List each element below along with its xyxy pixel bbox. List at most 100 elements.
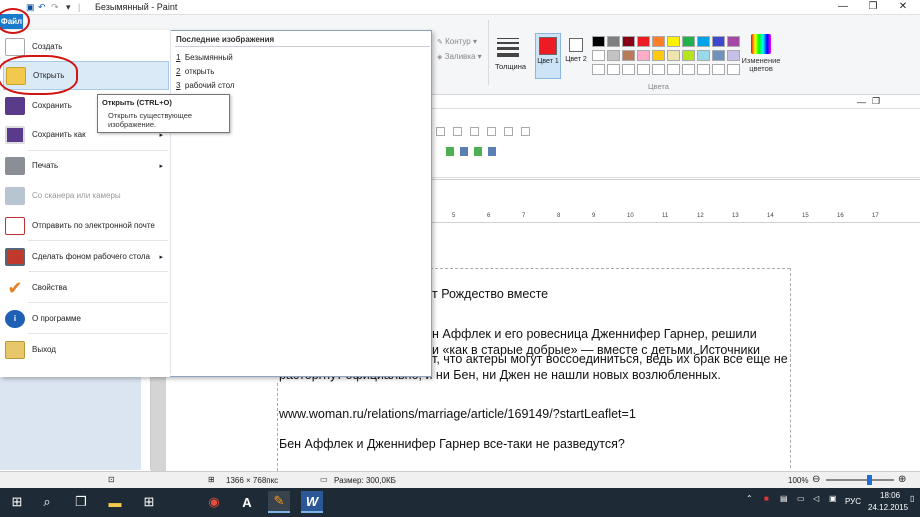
- color-wheel-icon: [751, 34, 771, 54]
- ruler-tick-label: 9: [592, 213, 596, 219]
- menu-item-desktop-bg[interactable]: Сделать фоном рабочего стола ▸: [3, 242, 169, 271]
- menu-item-about[interactable]: i О программе: [3, 304, 169, 333]
- palette-swatch[interactable]: [727, 36, 740, 47]
- palette-swatch[interactable]: [607, 36, 620, 47]
- palette-swatch-empty[interactable]: [667, 64, 680, 75]
- horizontal-ruler: 5 6 7 8 9 10 11 12 13 14 15 16 17: [432, 212, 920, 223]
- palette-swatch[interactable]: [712, 50, 725, 61]
- task-view-icon[interactable]: ❐: [70, 491, 92, 513]
- palette-swatch[interactable]: [697, 50, 710, 61]
- recent-item[interactable]: 2 открыть: [176, 67, 214, 76]
- palette-swatch-empty[interactable]: [652, 64, 665, 75]
- palette-swatch-empty[interactable]: [727, 64, 740, 75]
- zoom-in-button[interactable]: ⊕: [898, 474, 906, 485]
- file-size: Размер: 300,0КБ: [334, 476, 396, 485]
- palette-swatch-empty[interactable]: [712, 64, 725, 75]
- clock-time[interactable]: 18:06: [880, 491, 900, 500]
- doc-line-2: н Аффлек и его ровесница Дженнифер Гарне…: [432, 327, 757, 341]
- recent-item[interactable]: 1 Безымянный: [176, 53, 233, 62]
- ruler-tick-label: 10: [627, 213, 634, 219]
- ruler-tick-label: 12: [697, 213, 704, 219]
- menu-item-scanner[interactable]: Со сканера или камеры: [3, 181, 169, 210]
- battery-icon[interactable]: ▭: [797, 494, 805, 503]
- clock-date[interactable]: 24.12.2015: [868, 503, 908, 512]
- volume-icon[interactable]: ◁: [813, 494, 819, 503]
- font-app-icon[interactable]: A: [236, 491, 258, 513]
- fill-label: Заливка: [444, 52, 476, 61]
- palette-swatch-empty[interactable]: [622, 64, 635, 75]
- zoom-slider[interactable]: [826, 479, 894, 481]
- outline-dropdown[interactable]: ✎ Контур ▾: [437, 37, 477, 46]
- menu-item-properties[interactable]: ✔ Свойства: [3, 273, 169, 302]
- store-icon[interactable]: ⊞: [138, 491, 160, 513]
- ruler-tick-label: 17: [872, 213, 879, 219]
- palette-swatch[interactable]: [652, 50, 665, 61]
- palette-swatch[interactable]: [622, 36, 635, 47]
- color-palette: [592, 36, 742, 76]
- word-icon[interactable]: W: [301, 491, 323, 513]
- notifications-icon[interactable]: ▣: [829, 494, 837, 503]
- zoom-out-button[interactable]: ⊖: [812, 474, 820, 485]
- palette-swatch-empty[interactable]: [592, 64, 605, 75]
- palette-swatch[interactable]: [727, 50, 740, 61]
- recent-images-title: Последние изображения: [176, 35, 275, 44]
- menu-item-email[interactable]: Отправить по электронной почте: [3, 211, 169, 240]
- language-indicator[interactable]: РУС: [845, 497, 861, 506]
- thickness-button[interactable]: Толщина: [495, 38, 526, 78]
- palette-swatch[interactable]: [637, 36, 650, 47]
- zoom-slider-thumb[interactable]: [866, 475, 872, 485]
- redo-icon[interactable]: ↷: [51, 2, 59, 13]
- color2-button[interactable]: Цвет 2: [565, 35, 587, 79]
- margin-guide: [790, 268, 791, 468]
- palette-swatch[interactable]: [652, 36, 665, 47]
- paint-icon[interactable]: ✎: [268, 491, 290, 513]
- maximize-button[interactable]: ❐: [858, 1, 888, 12]
- annotation-oval: [0, 55, 78, 95]
- undo-icon[interactable]: ↶: [38, 2, 46, 13]
- palette-swatch[interactable]: [622, 50, 635, 61]
- ruler-tick-label: 14: [767, 213, 774, 219]
- chrome-icon[interactable]: ◉: [203, 491, 225, 513]
- file-explorer-icon[interactable]: ▬: [104, 491, 126, 513]
- color1-button[interactable]: Цвет 1: [535, 33, 561, 79]
- action-center-icon[interactable]: ▯: [910, 494, 914, 503]
- recent-num: 3: [176, 81, 181, 90]
- palette-swatch[interactable]: [607, 50, 620, 61]
- chevron-right-icon: ▸: [159, 253, 163, 261]
- menu-label-desktop-bg: Сделать фоном рабочего стола: [32, 252, 150, 261]
- palette-swatch[interactable]: [637, 50, 650, 61]
- palette-swatch-empty[interactable]: [607, 64, 620, 75]
- customize-quick-access-icon[interactable]: ▾: [66, 2, 71, 13]
- tray-chevron-icon[interactable]: ⌃: [746, 494, 753, 503]
- palette-swatch-empty[interactable]: [682, 64, 695, 75]
- menu-item-exit[interactable]: Выход: [3, 335, 169, 364]
- recent-num: 1: [176, 53, 181, 62]
- menu-label-save-as: Сохранить как: [32, 130, 86, 139]
- word-minimize-icon[interactable]: —: [857, 97, 866, 107]
- windows-start-icon[interactable]: ⊞: [6, 491, 28, 513]
- doc-link[interactable]: www.woman.ru/relations/marriage/article/…: [279, 407, 636, 421]
- palette-swatch-empty[interactable]: [697, 64, 710, 75]
- palette-swatch-empty[interactable]: [637, 64, 650, 75]
- minimize-button[interactable]: —: [828, 1, 858, 12]
- word-restore-icon[interactable]: ❐: [872, 96, 880, 107]
- fill-dropdown[interactable]: ◈ Заливка ▾: [437, 52, 482, 61]
- close-button[interactable]: ✕: [888, 1, 918, 12]
- palette-swatch[interactable]: [592, 50, 605, 61]
- palette-swatch[interactable]: [682, 36, 695, 47]
- tray-app-icon[interactable]: ■: [764, 494, 769, 503]
- save-icon[interactable]: ▣: [26, 2, 35, 13]
- palette-swatch[interactable]: [712, 36, 725, 47]
- search-icon[interactable]: ⌕: [36, 491, 58, 513]
- menu-label-email: Отправить по электронной почте: [32, 221, 155, 230]
- edit-colors-button[interactable]: Изменение цветов: [740, 34, 782, 80]
- menu-label-new: Создать: [32, 42, 63, 51]
- menu-item-print[interactable]: Печать ▸: [3, 151, 169, 180]
- palette-swatch[interactable]: [592, 36, 605, 47]
- palette-swatch[interactable]: [667, 36, 680, 47]
- network-icon[interactable]: ▤: [780, 494, 788, 503]
- palette-swatch[interactable]: [682, 50, 695, 61]
- recent-item[interactable]: 3 рабочий стол: [176, 81, 235, 90]
- palette-swatch[interactable]: [667, 50, 680, 61]
- palette-swatch[interactable]: [697, 36, 710, 47]
